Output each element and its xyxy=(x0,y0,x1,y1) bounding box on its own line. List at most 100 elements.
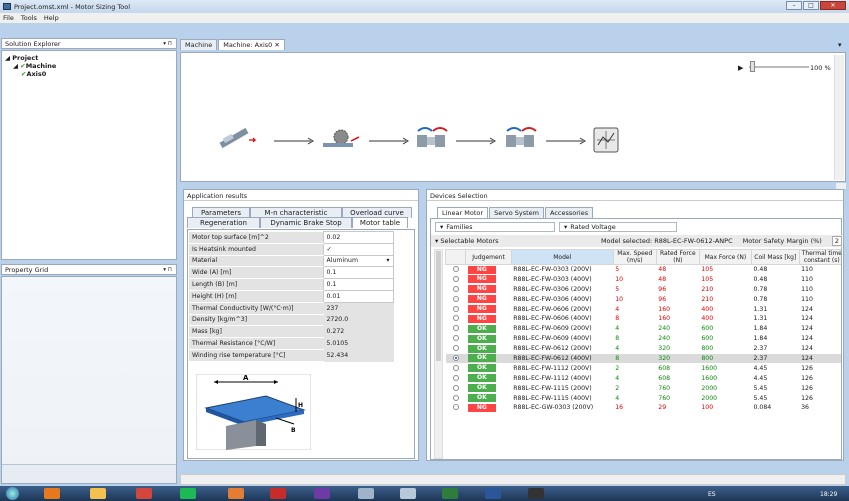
row-select-radio[interactable] xyxy=(452,325,459,332)
tab-accessories[interactable]: Accessories xyxy=(545,207,594,218)
table-row[interactable]: NG R88L-EC-GW-0303 (200V) 16 29 100 0.084 36 xyxy=(446,403,842,413)
column-header[interactable]: Judgement xyxy=(465,249,512,265)
solution-explorer-pin[interactable]: ▾ ⊓ xyxy=(163,41,176,47)
zoom-slider[interactable] xyxy=(749,66,809,68)
gearbox-icon[interactable] xyxy=(323,129,360,147)
firefox-icon[interactable] xyxy=(44,488,60,499)
close-button[interactable]: ✕ xyxy=(820,1,846,10)
clock[interactable]: 18:29 xyxy=(820,491,837,498)
table-row[interactable]: OK R88L-EC-FW-0612 (400V) 8 320 800 2.37 124 xyxy=(445,353,841,364)
table-row[interactable]: OK R88L-EC-FW-1112 (200V) 2 608 1600 4.45 126 xyxy=(446,363,842,373)
row-select-radio[interactable] xyxy=(452,285,459,292)
table-row[interactable]: OK R88L-EC-FW-0612 (200V) 4 320 800 2.37 124 xyxy=(446,344,842,354)
menu-tools[interactable]: Tools xyxy=(21,14,37,22)
start-button[interactable] xyxy=(6,487,19,500)
property-grid-pin[interactable]: ▾ ⊓ xyxy=(163,267,176,273)
table-row[interactable]: NG R88L-EC-FW-0306 (200V) 5 96 210 0.78 110 xyxy=(446,284,842,294)
row-select-radio[interactable] xyxy=(452,305,459,312)
chrome-icon[interactable] xyxy=(136,488,152,499)
families-dropdown[interactable]: ▾ Families xyxy=(435,222,555,232)
row-select-radio[interactable] xyxy=(452,345,459,352)
play-icon[interactable]: ▶ xyxy=(738,64,743,72)
property-value[interactable]: ✓ xyxy=(322,242,394,256)
tab-motor-table[interactable]: Motor table xyxy=(352,217,408,228)
material-select[interactable]: Aluminum ▾ xyxy=(322,254,394,268)
acrobat-icon[interactable] xyxy=(270,488,286,499)
coil-mass-cell: 5.45 xyxy=(753,384,768,392)
tab-servo-system[interactable]: Servo System xyxy=(489,207,544,218)
row-select-radio[interactable] xyxy=(452,354,459,361)
table-row[interactable]: NG R88L-EC-FW-0303 (400V) 10 48 105 0.48 110 xyxy=(446,274,842,284)
office-icon[interactable] xyxy=(228,488,244,499)
language-indicator[interactable]: ES xyxy=(708,491,716,498)
maximize-button[interactable]: □ xyxy=(803,1,819,10)
tree-item-machine[interactable]: ◢ ✔Machine xyxy=(5,62,173,70)
doc-tab-menu-icon[interactable]: ▾ xyxy=(838,41,842,49)
safety-margin-input[interactable]: 2 xyxy=(831,236,842,246)
table-row[interactable]: OK R88L-EC-FW-1115 (200V) 2 760 2000 5.45 126 xyxy=(446,383,842,393)
row-select-radio[interactable] xyxy=(452,364,459,371)
devices-vscrollbar[interactable] xyxy=(434,249,443,459)
table-row[interactable]: OK R88L-EC-FW-1112 (400V) 4 608 1600 4.45 126 xyxy=(446,373,842,383)
horizontal-scrollbar[interactable] xyxy=(180,474,846,485)
explorer-folder-icon[interactable] xyxy=(90,488,106,499)
zoom-slider-thumb[interactable] xyxy=(750,61,755,72)
property-row: Material Aluminum ▾ xyxy=(189,254,394,268)
tree-item-axis0[interactable]: ✔Axis0 xyxy=(5,70,173,78)
menu-help[interactable]: Help xyxy=(44,14,59,22)
row-select-radio[interactable] xyxy=(452,394,459,401)
property-value[interactable]: 0.1 xyxy=(322,278,394,291)
table-row[interactable]: NG R88L-EC-FW-0306 (400V) 10 96 210 0.78 110 xyxy=(446,294,842,304)
row-select-radio[interactable] xyxy=(452,384,459,391)
column-header[interactable]: Model xyxy=(510,249,614,265)
coupling-icon[interactable] xyxy=(417,127,448,147)
table-row[interactable]: NG R88L-EC-FW-0606 (400V) 8 160 400 1.31 124 xyxy=(446,314,842,324)
tab-regeneration-resistor[interactable]: Regeneration Resistor xyxy=(187,217,260,236)
column-header[interactable]: Thermal time constant (s) xyxy=(798,249,841,265)
table-row[interactable]: NG R88L-EC-FW-0303 (200V) 5 48 105 0.48 110 xyxy=(446,265,842,275)
tab-machine[interactable]: Machine xyxy=(180,39,218,50)
flow-arrow-3 xyxy=(456,137,496,145)
close-tab-icon[interactable]: ✕ xyxy=(274,41,279,49)
visual-studio-icon[interactable] xyxy=(314,488,330,499)
tree-item-project[interactable]: ◢ Project xyxy=(5,54,173,62)
tab-dynamic-brake-stop[interactable]: Dynamic Brake Stop xyxy=(260,217,352,228)
property-value[interactable]: 0.01 xyxy=(322,289,394,303)
column-header[interactable]: Coil Mass [kg] xyxy=(751,249,800,265)
column-header[interactable]: Max Force (N) xyxy=(698,249,753,265)
window-icon[interactable] xyxy=(400,488,416,499)
rated-voltage-dropdown[interactable]: ▾ Rated Voltage xyxy=(559,222,679,232)
column-header[interactable] xyxy=(445,249,467,265)
row-select-radio[interactable] xyxy=(452,335,459,342)
motor-icon[interactable] xyxy=(506,127,537,147)
excel-icon[interactable] xyxy=(442,488,458,499)
row-select-radio[interactable] xyxy=(452,404,459,411)
chart-result-icon[interactable] xyxy=(593,127,619,153)
table-row[interactable]: OK R88L-EC-FW-1115 (400V) 4 760 2000 5.45 126 xyxy=(446,393,842,403)
row-select-radio[interactable] xyxy=(452,266,459,273)
table-row[interactable]: OK R88L-EC-FW-0609 (200V) 4 240 600 1.84 124 xyxy=(446,324,842,334)
word-icon[interactable] xyxy=(485,488,501,499)
rated-force-cell: 608 xyxy=(658,374,671,382)
row-select-radio[interactable] xyxy=(452,275,459,282)
property-value[interactable]: 0.1 xyxy=(322,266,394,280)
chevron-down-icon[interactable]: ▾ xyxy=(386,257,392,264)
spotify-icon[interactable] xyxy=(180,488,196,499)
table-row[interactable]: OK R88L-EC-FW-0609 (400V) 8 240 600 1.84 124 xyxy=(446,334,842,344)
tab-machine-axis0[interactable]: Machine: Axis0 ✕ xyxy=(218,39,285,50)
linear-motor-icon[interactable] xyxy=(219,127,257,149)
motor-sizing-tool-task-icon[interactable] xyxy=(528,488,544,499)
property-value[interactable]: 0.02 xyxy=(322,231,394,244)
tab-linear-motor[interactable]: Linear Motor xyxy=(437,207,489,218)
row-select-radio[interactable] xyxy=(452,295,459,302)
selectable-motors-toggle[interactable]: ▾ Selectable Motors xyxy=(431,237,499,245)
row-select-radio[interactable] xyxy=(452,315,459,322)
menu-file[interactable]: File xyxy=(3,14,14,22)
row-select-radio[interactable] xyxy=(452,374,459,381)
paint-icon[interactable] xyxy=(358,488,374,499)
minimize-button[interactable]: – xyxy=(786,1,802,10)
table-row[interactable]: NG R88L-EC-FW-0606 (200V) 4 160 400 1.31 124 xyxy=(446,304,842,314)
canvas-vscrollbar[interactable] xyxy=(834,55,844,180)
column-header[interactable]: Rated Force (N) xyxy=(655,249,700,265)
column-header[interactable]: Max. Speed (m/s) xyxy=(612,249,657,265)
